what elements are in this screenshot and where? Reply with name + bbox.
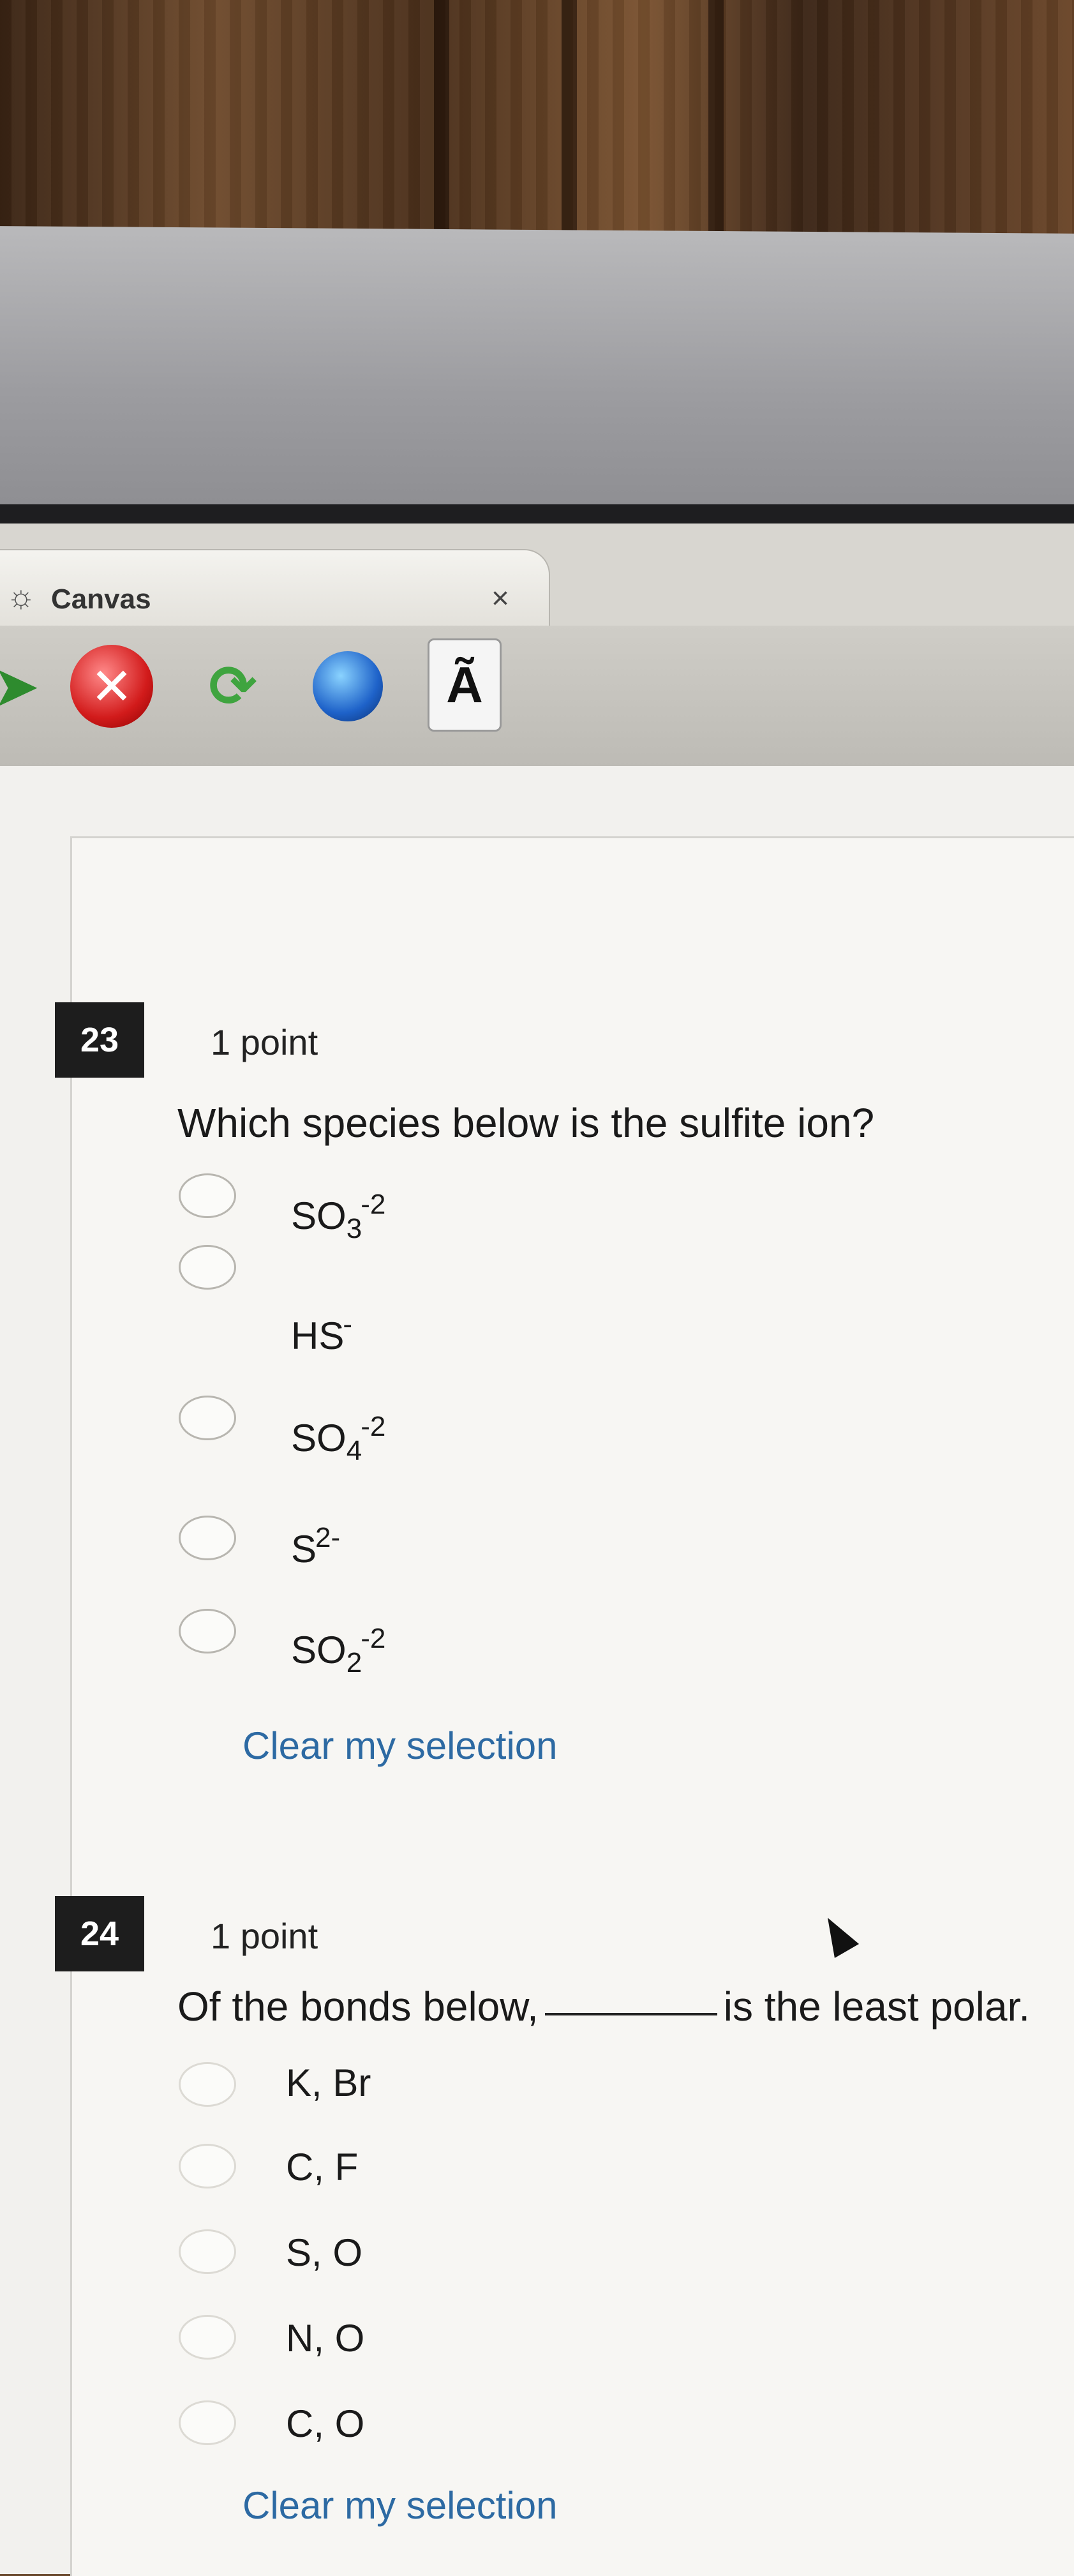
question-number: 24 <box>55 1896 144 1971</box>
font-size-button[interactable]: Ã <box>428 638 502 732</box>
question-points: 1 point <box>211 1022 318 1062</box>
back-arrow-icon[interactable]: ➤ <box>0 645 57 728</box>
radio-option-3[interactable] <box>179 2229 236 2274</box>
wood-groove <box>434 0 449 268</box>
answer-option-2: C, F <box>286 2146 359 2188</box>
answer-blank <box>544 2013 717 2015</box>
answer-option-3: SO4-2 <box>291 1411 386 1466</box>
answer-option-5: C, O <box>286 2402 365 2445</box>
radio-option-4[interactable] <box>179 2315 236 2360</box>
answer-option-1: K, Br <box>286 2061 371 2104</box>
clear-selection-link[interactable]: Clear my selection <box>242 1724 558 1768</box>
quiz-panel <box>70 836 1074 2576</box>
globe-icon: ☼ <box>6 578 36 614</box>
clear-selection-link[interactable]: Clear my selection <box>242 2483 558 2527</box>
question-number: 23 <box>55 1002 144 1078</box>
browser-toolbar: ➤ ✕ ⟳ Ã <box>0 626 1074 768</box>
answer-option-5: SO2-2 <box>291 1623 386 1678</box>
answer-option-4: S2- <box>291 1522 341 1570</box>
wood-groove <box>708 0 724 268</box>
radio-option-5[interactable] <box>179 1609 236 1653</box>
stop-icon[interactable]: ✕ <box>70 645 153 728</box>
radio-option-1[interactable] <box>179 2062 236 2107</box>
tab-canvas[interactable]: ☼ Canvas × <box>0 549 550 627</box>
answer-option-3: S, O <box>286 2231 363 2274</box>
answer-option-1: SO3-2 <box>291 1189 386 1244</box>
question-points: 1 point <box>211 1916 318 1956</box>
reload-icon[interactable]: ⟳ <box>191 645 274 728</box>
radio-option-5[interactable] <box>179 2400 236 2445</box>
tab-title: Canvas <box>51 584 151 615</box>
globe-icon[interactable] <box>313 651 383 721</box>
tab-strip: ☼ Canvas × <box>0 523 1074 627</box>
page-content <box>0 766 1074 2576</box>
radio-option-1[interactable] <box>179 1173 236 1218</box>
browser-window: ☼ Canvas × ➤ ✕ ⟳ Ã <box>0 523 1074 2576</box>
radio-option-3[interactable] <box>179 1396 236 1440</box>
radio-option-4[interactable] <box>179 1516 236 1560</box>
radio-option-2[interactable] <box>179 1245 236 1290</box>
monitor-bezel <box>0 226 1074 534</box>
wood-groove <box>562 0 577 268</box>
answer-option-4: N, O <box>286 2317 365 2360</box>
close-icon[interactable]: × <box>491 581 509 616</box>
question-text: Of the bonds below, is the least polar. <box>177 1984 1030 2030</box>
answer-option-2: HS- <box>291 1309 353 1357</box>
question-text: Which species below is the sulfite ion? <box>177 1100 875 1146</box>
radio-option-2[interactable] <box>179 2144 236 2188</box>
